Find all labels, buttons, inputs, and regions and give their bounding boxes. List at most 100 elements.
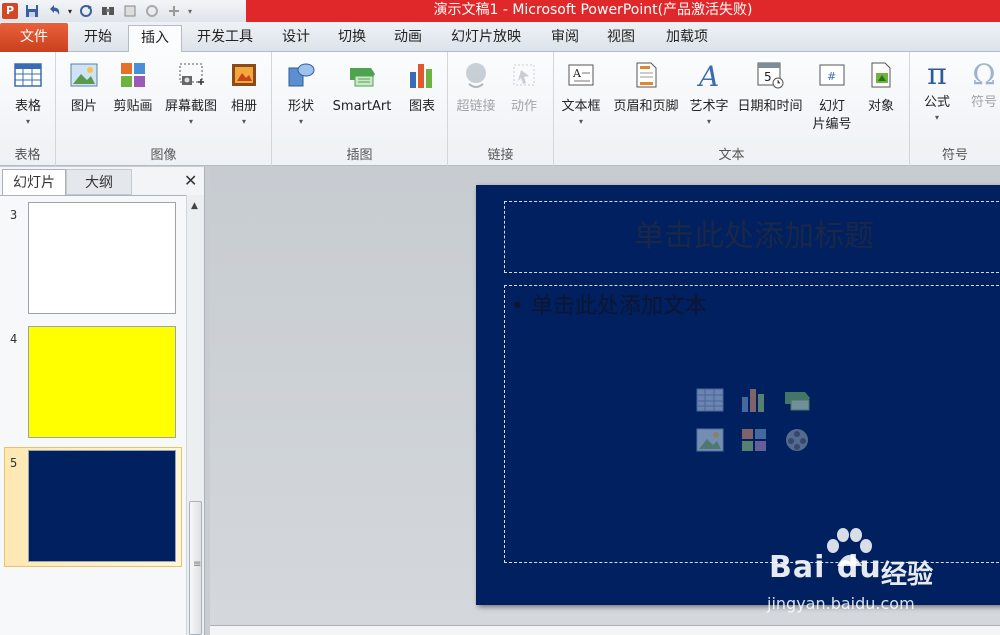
picture-button[interactable]: 图片: [64, 60, 104, 116]
save-icon[interactable]: [24, 3, 40, 19]
svg-text:A: A: [572, 67, 582, 80]
window-title: 演示文稿1 - Microsoft PowerPoint(产品激活失败): [246, 0, 1000, 22]
screenshot-dropdown-icon: ▾: [188, 117, 193, 126]
equation-button[interactable]: π 公式 ▾: [916, 60, 958, 124]
table-label: 表格: [14, 99, 41, 114]
group-label-table: 表格: [14, 148, 41, 163]
group-symbols: π 公式 ▾ Ω 符号 符号: [910, 52, 1000, 166]
slide-number-label-1: 幻灯: [818, 99, 845, 114]
scroll-thumb[interactable]: ≡: [189, 501, 202, 635]
wordart-icon: A: [696, 60, 719, 93]
redo-icon[interactable]: [78, 3, 94, 19]
group-label-illustrations: 插图: [346, 148, 373, 163]
screenshot-button[interactable]: 屏幕截图 ▾: [160, 60, 222, 128]
symbol-button[interactable]: Ω 符号: [964, 60, 1000, 112]
slide-thumbnail-3[interactable]: [28, 202, 176, 314]
baidu-jingyan-watermark: Bai du 经验 jingyan.baidu.com: [763, 528, 993, 618]
header-footer-button[interactable]: 页眉和页脚: [608, 60, 684, 116]
header-footer-label: 页眉和页脚: [613, 99, 679, 114]
tab-developer[interactable]: 开发工具: [186, 25, 264, 52]
content-insert-icons: [695, 386, 825, 466]
table-dropdown-icon: ▾: [25, 117, 30, 126]
chart-icon: [410, 64, 432, 88]
insert-media-icon[interactable]: [783, 426, 813, 454]
panel-scrollbar[interactable]: ▲ ≡: [186, 195, 204, 635]
insert-smartart-icon[interactable]: [783, 386, 813, 414]
watermark-url: jingyan.baidu.com: [767, 594, 915, 613]
chart-button[interactable]: 图表: [402, 60, 442, 116]
undo-dropdown-icon[interactable]: ▾: [68, 7, 72, 16]
screenshot-label: 屏幕截图: [164, 99, 217, 114]
hyperlink-label: 超链接: [456, 99, 496, 114]
tab-slideshow[interactable]: 幻灯片放映: [440, 25, 532, 52]
slide-number-5: 5: [10, 456, 18, 470]
photo-album-icon: [232, 64, 256, 86]
tab-transitions[interactable]: 切换: [326, 25, 378, 52]
slide-thumbnail-list: 3 4 5: [0, 195, 186, 635]
object-button[interactable]: 对象: [858, 60, 904, 116]
insert-clipart-icon[interactable]: [739, 426, 769, 454]
undo-icon[interactable]: [46, 3, 62, 19]
touch-mode-icon[interactable]: [166, 3, 182, 19]
tab-view[interactable]: 视图: [596, 25, 646, 52]
textbox-dropdown-icon: ▾: [578, 117, 583, 126]
repeat-icon[interactable]: [144, 3, 160, 19]
baidu-logo-text: Bai du: [769, 550, 882, 585]
ribbon-insert: 表格 ▾ 表格 图片 剪贴画 屏幕截图 ▾ 相册 ▾ 图像 形状 ▾ Smart…: [0, 52, 1000, 166]
insert-picture-icon[interactable]: [695, 426, 725, 454]
clipart-label: 剪贴画: [113, 99, 153, 114]
tab-home[interactable]: 开始: [72, 25, 124, 52]
table-button[interactable]: 表格 ▾: [6, 60, 50, 128]
title-placeholder[interactable]: 单击此处添加标题: [504, 201, 1000, 273]
hyperlink-button[interactable]: 超链接: [454, 60, 498, 116]
tab-slides[interactable]: 幻灯片: [2, 169, 66, 195]
clipart-button[interactable]: 剪贴画: [108, 60, 158, 116]
photo-album-button[interactable]: 相册 ▾: [224, 60, 264, 128]
slide-number-button[interactable]: # 幻灯 片编号: [810, 60, 854, 134]
shapes-icon: [288, 63, 315, 87]
find-icon[interactable]: [100, 3, 116, 19]
title-bar: P ▾ ▾ 演示文稿1 - Microsoft PowerPoint(产品激活失…: [0, 0, 1000, 22]
insert-chart-icon[interactable]: [739, 386, 769, 414]
jingyan-text: 经验: [881, 560, 934, 590]
smartart-label: SmartArt: [332, 99, 392, 114]
tab-addins[interactable]: 加载项: [654, 25, 720, 52]
wordart-button[interactable]: A 艺术字 ▾: [686, 60, 732, 128]
group-images: 图片 剪贴画 屏幕截图 ▾ 相册 ▾ 图像: [56, 52, 272, 166]
ribbon-tabs: 文件 开始 插入 开发工具 设计 切换 动画 幻灯片放映 审阅 视图 加载项: [0, 22, 1000, 53]
slide-thumbnail-5[interactable]: [28, 450, 176, 562]
slide-thumbnail-4[interactable]: [28, 326, 176, 438]
group-label-images: 图像: [150, 148, 177, 163]
smartart-button[interactable]: SmartArt: [324, 60, 400, 116]
tab-animations[interactable]: 动画: [382, 25, 434, 52]
notes-pane[interactable]: [210, 625, 1000, 635]
svg-text:#: #: [827, 70, 836, 83]
shapes-button[interactable]: 形状 ▾: [280, 60, 322, 128]
slide-number-4: 4: [10, 332, 18, 346]
scroll-up-icon[interactable]: ▲: [191, 201, 198, 211]
pi-icon: π: [927, 57, 947, 92]
tab-review[interactable]: 审阅: [540, 25, 590, 52]
tab-design[interactable]: 设计: [270, 25, 322, 52]
tab-outline[interactable]: 大纲: [66, 169, 132, 195]
group-text: A 文本框 ▾ 页眉和页脚 A 艺术字 ▾ 5 日期和时间 # 幻灯 片编号 对…: [554, 52, 910, 166]
shapes-label: 形状: [287, 99, 314, 114]
content-placeholder[interactable]: • 单击此处添加文本: [504, 285, 1000, 563]
powerpoint-logo-icon[interactable]: P: [2, 3, 18, 19]
customize-qat-icon[interactable]: ▾: [188, 7, 192, 16]
group-illustrations: 形状 ▾ SmartArt 图表 插图: [272, 52, 448, 166]
calendar-clock-icon: 5: [757, 62, 784, 89]
tab-insert[interactable]: 插入: [128, 25, 182, 53]
tab-file[interactable]: 文件: [0, 23, 68, 52]
insert-table-icon[interactable]: [695, 386, 725, 414]
photo-album-label: 相册: [230, 99, 257, 114]
svg-text:5: 5: [764, 70, 772, 84]
print-preview-icon[interactable]: [122, 3, 138, 19]
action-button[interactable]: 动作: [502, 60, 546, 116]
datetime-button[interactable]: 5 日期和时间: [734, 60, 806, 116]
group-label-links: 链接: [487, 148, 514, 163]
textbox-button[interactable]: A 文本框 ▾: [558, 60, 604, 128]
group-table: 表格 ▾ 表格: [0, 52, 56, 166]
close-panel-icon[interactable]: ✕: [184, 171, 197, 190]
equation-dropdown-icon: ▾: [934, 113, 939, 122]
